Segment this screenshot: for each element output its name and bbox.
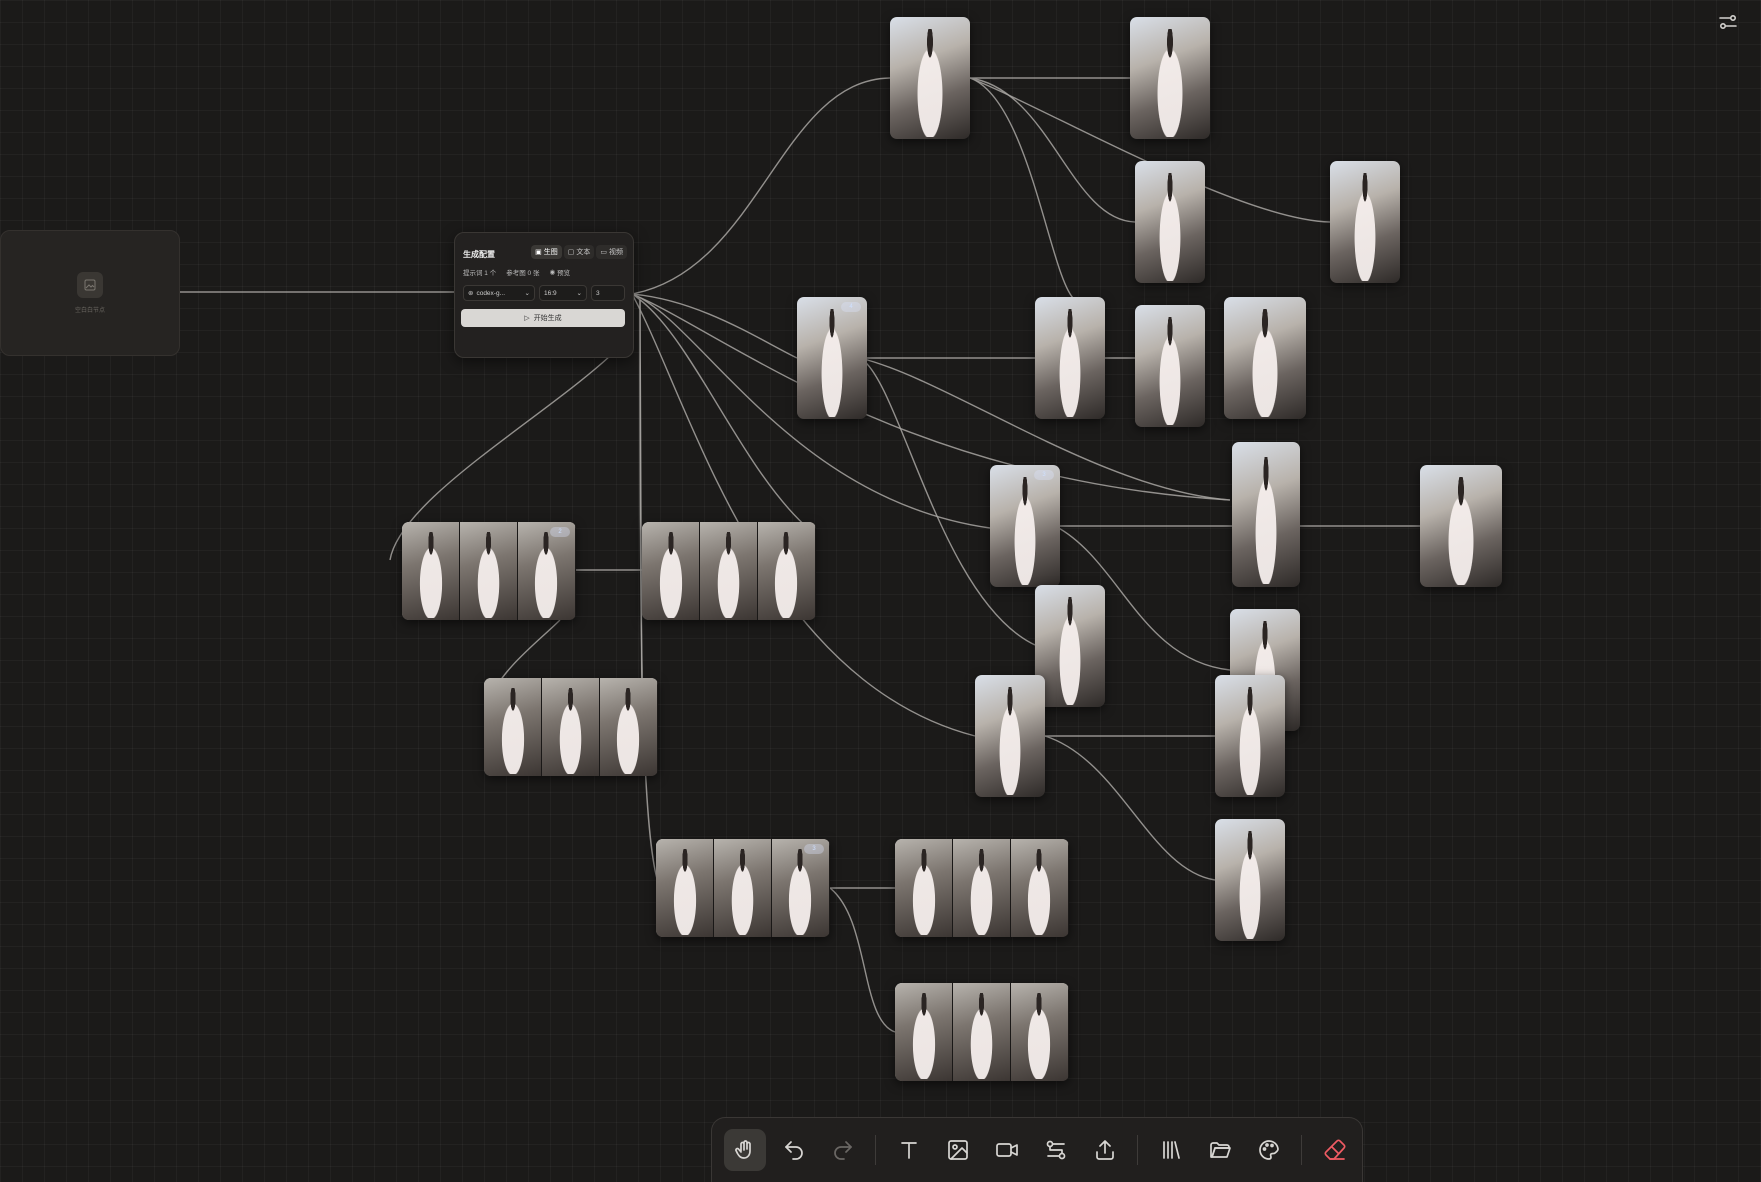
video-tool-icon bbox=[995, 1143, 1018, 1157]
library-button[interactable] bbox=[1150, 1129, 1192, 1171]
text-tool-icon bbox=[900, 1142, 917, 1159]
mode-tabs: ▣ 生图 ▢ 文本 ▭ 视频 bbox=[531, 245, 627, 259]
start-generate-button[interactable]: ▷ 开始生成 bbox=[461, 309, 625, 327]
chevron-down-icon: ⌄ bbox=[576, 290, 582, 297]
text-icon: ▢ bbox=[567, 249, 575, 256]
count-badge: 2 bbox=[550, 527, 570, 537]
generation-config-card[interactable]: 生成配置 ▣ 生图 ▢ 文本 ▭ 视频 提示词 1 个 参考图 0 张 ◉ 预览 ⊛ co… bbox=[454, 232, 634, 358]
folder-button[interactable] bbox=[1199, 1129, 1241, 1171]
count-input[interactable]: 3 bbox=[591, 285, 625, 301]
palette-icon bbox=[1258, 1140, 1279, 1160]
image-node[interactable] bbox=[1224, 297, 1306, 419]
count-badge: 4 bbox=[841, 302, 861, 312]
connector-tool-button[interactable] bbox=[1035, 1129, 1077, 1171]
connector-icon bbox=[1046, 1140, 1065, 1160]
hand-tool-button[interactable] bbox=[723, 1129, 766, 1171]
image-icon: ▣ bbox=[535, 249, 542, 256]
chevron-down-icon: ⌄ bbox=[524, 290, 530, 297]
triptych-image-node[interactable] bbox=[642, 522, 816, 620]
tab-video[interactable]: ▭ 视频 bbox=[596, 245, 627, 259]
image-node[interactable] bbox=[890, 17, 970, 139]
upload-icon bbox=[1095, 1140, 1114, 1160]
ref-count: 参考图 0 张 bbox=[506, 270, 540, 277]
model-icon: ⊛ bbox=[468, 290, 474, 297]
preview-toggle[interactable]: ◉ 预览 bbox=[549, 267, 570, 277]
gen-card-meta: 提示词 1 个 参考图 0 张 ◉ 预览 bbox=[463, 267, 570, 277]
count-badge: 3 bbox=[1034, 470, 1054, 480]
folder-icon bbox=[1209, 1142, 1231, 1158]
upload-button[interactable] bbox=[1084, 1129, 1126, 1171]
redo-button[interactable] bbox=[822, 1129, 864, 1171]
settings-sliders-button[interactable] bbox=[1716, 10, 1740, 34]
empty-node-label: 空白白节点 bbox=[74, 308, 105, 314]
image-node[interactable] bbox=[1130, 17, 1210, 139]
toolbar-divider bbox=[875, 1135, 876, 1165]
video-tool-button[interactable] bbox=[986, 1129, 1028, 1171]
toolbar-divider bbox=[1137, 1135, 1138, 1165]
image-node[interactable] bbox=[1215, 819, 1285, 941]
image-node[interactable] bbox=[1420, 465, 1502, 587]
model-select[interactable]: ⊛ codex-g... ⌄ bbox=[463, 285, 535, 301]
palette-button[interactable] bbox=[1248, 1129, 1290, 1171]
triptych-image-node[interactable]: 2 bbox=[402, 522, 576, 620]
image-node[interactable]: 3 bbox=[990, 465, 1060, 587]
image-node[interactable]: 4 bbox=[797, 297, 867, 419]
image-node[interactable] bbox=[975, 675, 1045, 797]
ratio-select[interactable]: 16:9 ⌄ bbox=[539, 285, 587, 301]
tab-text[interactable]: ▢ 文本 bbox=[563, 245, 595, 259]
triptych-image-node[interactable] bbox=[484, 678, 658, 776]
gen-card-options: ⊛ codex-g... ⌄ 16:9 ⌄ 3 bbox=[463, 285, 625, 301]
image-node[interactable] bbox=[1330, 161, 1400, 283]
image-tool-icon bbox=[947, 1140, 968, 1160]
video-icon: ▭ bbox=[600, 249, 607, 256]
bottom-toolbar bbox=[711, 1117, 1363, 1182]
image-node[interactable] bbox=[1232, 442, 1300, 587]
empty-node[interactable]: 空白白节点 bbox=[0, 230, 180, 356]
eye-icon: ◉ bbox=[549, 269, 556, 276]
eraser-button[interactable] bbox=[1314, 1129, 1356, 1171]
image-node[interactable] bbox=[1135, 305, 1205, 427]
triptych-image-node[interactable] bbox=[895, 839, 1069, 937]
redo-icon bbox=[833, 1141, 852, 1160]
toolbar-divider bbox=[1301, 1135, 1302, 1165]
library-icon bbox=[1162, 1141, 1180, 1159]
text-tool-button[interactable] bbox=[888, 1129, 930, 1171]
undo-icon bbox=[784, 1141, 803, 1160]
play-icon: ▷ bbox=[524, 315, 530, 322]
image-tool-button[interactable] bbox=[937, 1129, 979, 1171]
image-node[interactable] bbox=[1135, 161, 1205, 283]
settings-sliders-icon bbox=[1719, 14, 1737, 30]
image-node[interactable] bbox=[1035, 297, 1105, 419]
prompt-count: 提示词 1 个 bbox=[463, 270, 497, 277]
image-node[interactable] bbox=[1035, 585, 1105, 707]
tab-image[interactable]: ▣ 生图 bbox=[531, 245, 562, 259]
triptych-image-node[interactable]: 3 bbox=[656, 839, 830, 937]
eraser-icon bbox=[1323, 1139, 1346, 1160]
image-placeholder-icon bbox=[77, 272, 103, 298]
triptych-image-node[interactable] bbox=[895, 983, 1069, 1081]
image-node[interactable] bbox=[1215, 675, 1285, 797]
undo-button[interactable] bbox=[773, 1129, 815, 1171]
gen-card-title: 生成配置 bbox=[463, 250, 495, 259]
hand-icon bbox=[734, 1140, 751, 1159]
count-badge: 3 bbox=[804, 844, 824, 854]
